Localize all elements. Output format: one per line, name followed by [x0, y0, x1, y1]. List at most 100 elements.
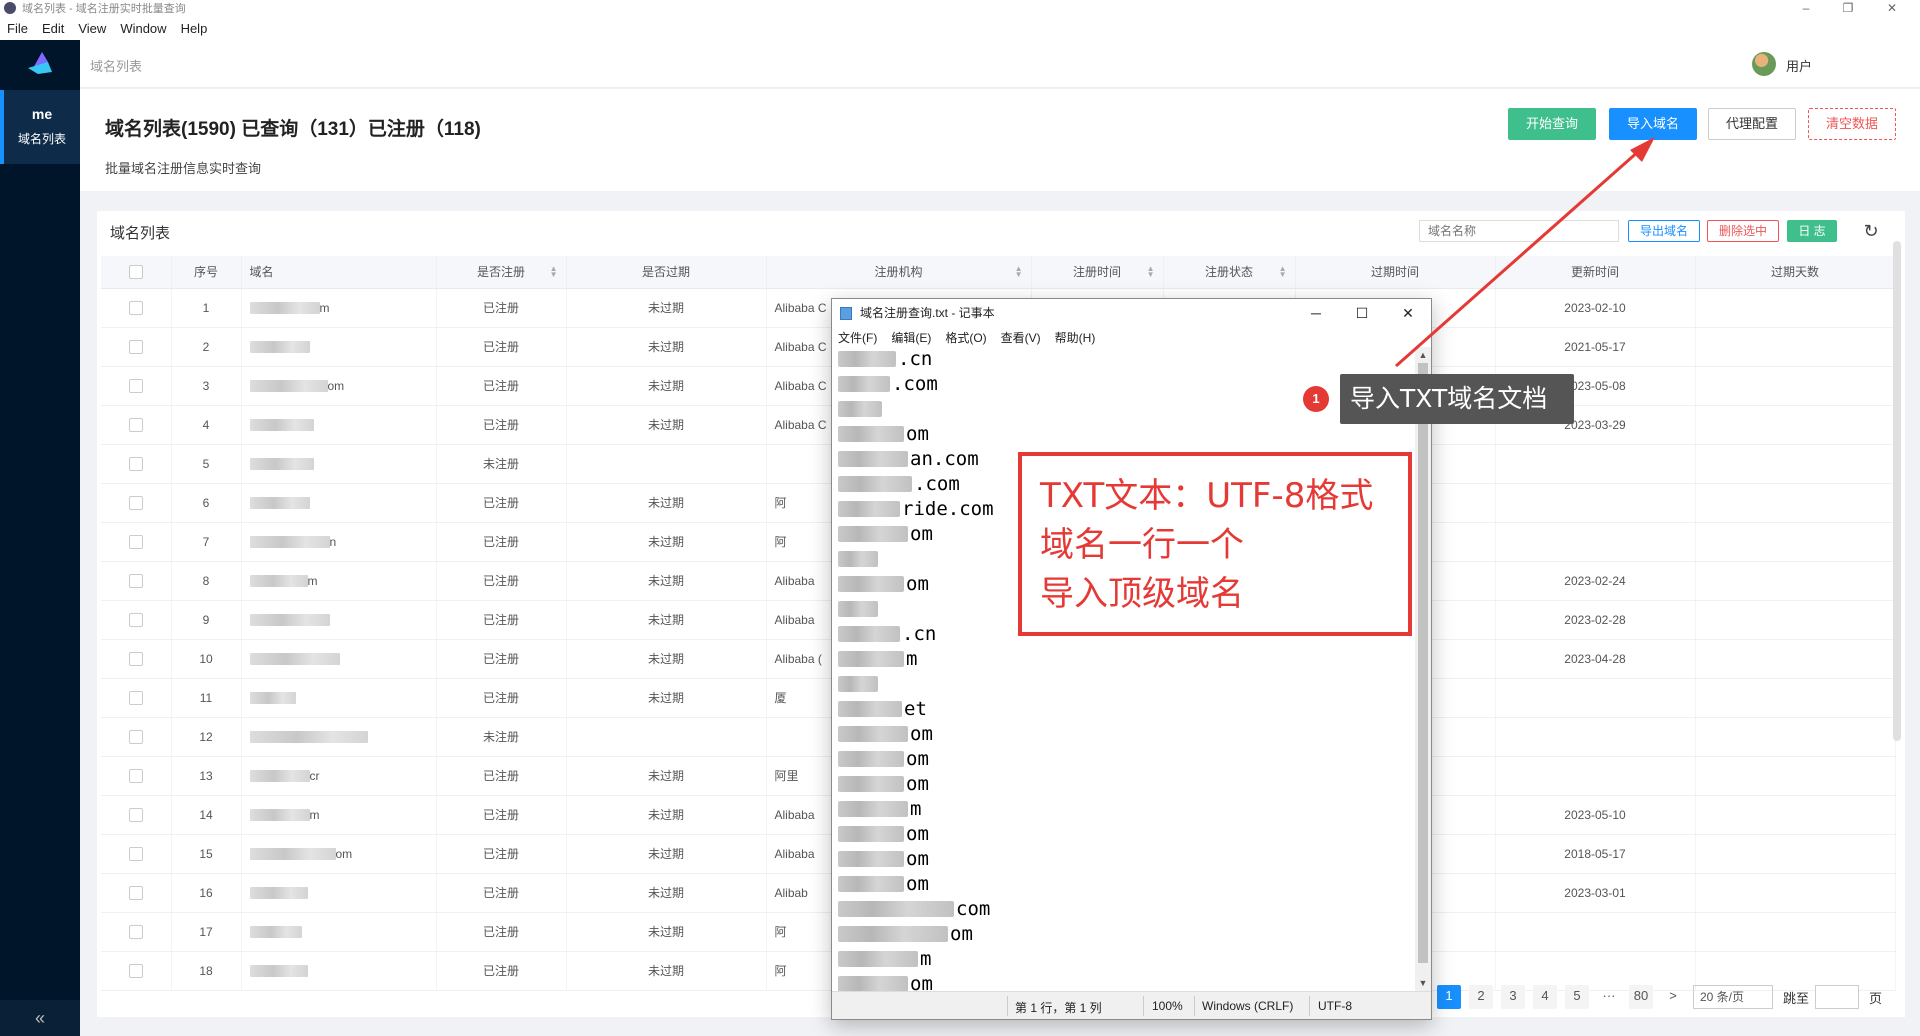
row-select-cell [101, 600, 172, 640]
row-checkbox[interactable] [128, 846, 143, 861]
export-domains-button[interactable]: 导出域名 [1628, 220, 1700, 242]
page-3[interactable]: 3 [1501, 985, 1525, 1009]
row-checkbox[interactable] [128, 417, 143, 432]
menu-help[interactable]: Help [174, 21, 215, 36]
row-checkbox[interactable] [128, 768, 143, 783]
notepad-menu-edit[interactable]: 编辑(E) [891, 329, 931, 346]
page-last[interactable]: 80 [1629, 985, 1653, 1009]
refresh-icon[interactable]: ↻ [1860, 220, 1882, 242]
row-checkbox[interactable] [128, 339, 143, 354]
row-checkbox[interactable] [128, 456, 143, 471]
cell-domain: cr [241, 756, 437, 796]
notepad-icon [840, 307, 852, 320]
notepad-maximize-icon[interactable]: ☐ [1339, 299, 1385, 327]
menu-file[interactable]: File [0, 21, 35, 36]
scroll-thumb[interactable] [1418, 363, 1428, 963]
redacted-text [838, 901, 954, 917]
row-checkbox[interactable] [128, 885, 143, 900]
notepad-text-area[interactable]: .cn .com om an.com .com ride.com om om .cn m et om o… [832, 347, 1415, 991]
delete-selected-button[interactable]: 删除选中 [1707, 220, 1779, 242]
redacted-text [838, 526, 908, 542]
col-label: 是否注册 [476, 265, 525, 280]
sidebar-item-domain-list[interactable]: me 域名列表 [0, 90, 80, 164]
col-registrar[interactable]: 注册机构 ▲ ▼ [766, 256, 1032, 289]
page-4[interactable]: 4 [1533, 985, 1557, 1009]
clear-data-button[interactable]: 清空数据 [1808, 108, 1896, 140]
notepad-menu-format[interactable]: 格式(O) [945, 329, 986, 346]
next-page-icon[interactable]: > [1661, 985, 1685, 1009]
cell-update-time [1495, 444, 1696, 484]
redacted-text [838, 976, 908, 991]
cell-domain [241, 912, 437, 952]
row-checkbox[interactable] [128, 573, 143, 588]
col-reg-time[interactable]: 注册时间 ▲ ▼ [1031, 256, 1164, 289]
cell-expire-days [1695, 444, 1896, 484]
line-text: om [906, 573, 929, 595]
select-all-checkbox[interactable] [128, 265, 143, 280]
redacted-domain [249, 419, 314, 432]
row-checkbox[interactable] [128, 378, 143, 393]
notepad-close-icon[interactable]: ✕ [1385, 299, 1431, 327]
scroll-up-icon[interactable]: ▲ [1415, 347, 1431, 363]
sort-icon[interactable]: ▲ ▼ [550, 265, 558, 279]
close-icon[interactable]: ✕ [1874, 0, 1910, 16]
row-checkbox[interactable] [128, 651, 143, 666]
scroll-down-icon[interactable]: ▼ [1415, 975, 1431, 991]
jump-page-input[interactable] [1815, 985, 1860, 1009]
page-2[interactable]: 2 [1469, 985, 1493, 1009]
col-registered[interactable]: 是否注册 ▲ ▼ [436, 256, 567, 289]
notepad-menu-help[interactable]: 帮助(H) [1055, 329, 1096, 346]
row-checkbox[interactable] [128, 807, 143, 822]
sort-icon[interactable]: ▲ ▼ [1015, 265, 1023, 279]
cell-registered: 已注册 [436, 600, 567, 640]
restore-icon[interactable]: ❐ [1830, 0, 1866, 16]
start-query-button[interactable]: 开始查询 [1508, 108, 1596, 140]
redacted-domain [249, 809, 310, 822]
page-1[interactable]: 1 [1437, 985, 1461, 1009]
collapse-sidebar-icon[interactable]: « [0, 1000, 80, 1036]
page-suffix: 页 [1869, 990, 1883, 1006]
row-checkbox[interactable] [128, 690, 143, 705]
notepad-minimize-icon[interactable]: ─ [1293, 299, 1339, 327]
row-checkbox[interactable] [128, 612, 143, 627]
redacted-domain [249, 302, 320, 315]
col-expired: 是否过期 [566, 256, 767, 289]
avatar[interactable] [1752, 52, 1776, 76]
text-line: .com [838, 372, 1415, 397]
page-size-select[interactable]: 20 条/页 [1693, 985, 1773, 1009]
row-checkbox[interactable] [128, 534, 143, 549]
page-ellipsis[interactable]: ··· [1597, 985, 1621, 1009]
notepad-menu-view[interactable]: 查看(V) [1001, 329, 1041, 346]
page-5[interactable]: 5 [1565, 985, 1589, 1009]
notepad-menu-file[interactable]: 文件(F) [838, 329, 877, 346]
cell-domain: m [241, 561, 437, 601]
row-checkbox[interactable] [128, 495, 143, 510]
row-checkbox[interactable] [128, 963, 143, 978]
user-name[interactable]: 用户 [1786, 56, 1812, 75]
proxy-config-button[interactable]: 代理配置 [1708, 108, 1796, 140]
top-header: 域名列表 用户 [80, 40, 1920, 88]
text-line: com [838, 897, 1415, 922]
log-button[interactable]: 日 志 [1787, 220, 1837, 242]
row-select-cell [101, 951, 172, 991]
col-reg-status[interactable]: 注册状态 ▲ ▼ [1163, 256, 1296, 289]
minimize-icon[interactable]: – [1788, 0, 1824, 16]
row-checkbox[interactable] [128, 924, 143, 939]
menu-view[interactable]: View [71, 21, 113, 36]
redacted-text [838, 876, 904, 892]
table-scrollbar[interactable] [1893, 241, 1901, 741]
notepad-scrollbar[interactable]: ▲ ▼ [1415, 347, 1431, 991]
redacted-text [838, 476, 912, 492]
import-domains-button[interactable]: 导入域名 [1609, 108, 1697, 140]
col-expire-time: 过期时间 [1295, 256, 1496, 289]
sort-icon[interactable]: ▲ ▼ [1279, 265, 1287, 279]
sidebar-item-title: me [31, 106, 53, 122]
row-checkbox[interactable] [128, 300, 143, 315]
sort-icon[interactable]: ▲ ▼ [1147, 265, 1155, 279]
row-checkbox[interactable] [128, 729, 143, 744]
domain-search-input[interactable] [1419, 220, 1619, 242]
notepad-statusbar: 第 1 行，第 1 列 100% Windows (CRLF) UTF-8 [832, 991, 1431, 1019]
cell-expired: 未过期 [566, 600, 767, 640]
menu-window[interactable]: Window [113, 21, 173, 36]
menu-edit[interactable]: Edit [35, 21, 71, 36]
